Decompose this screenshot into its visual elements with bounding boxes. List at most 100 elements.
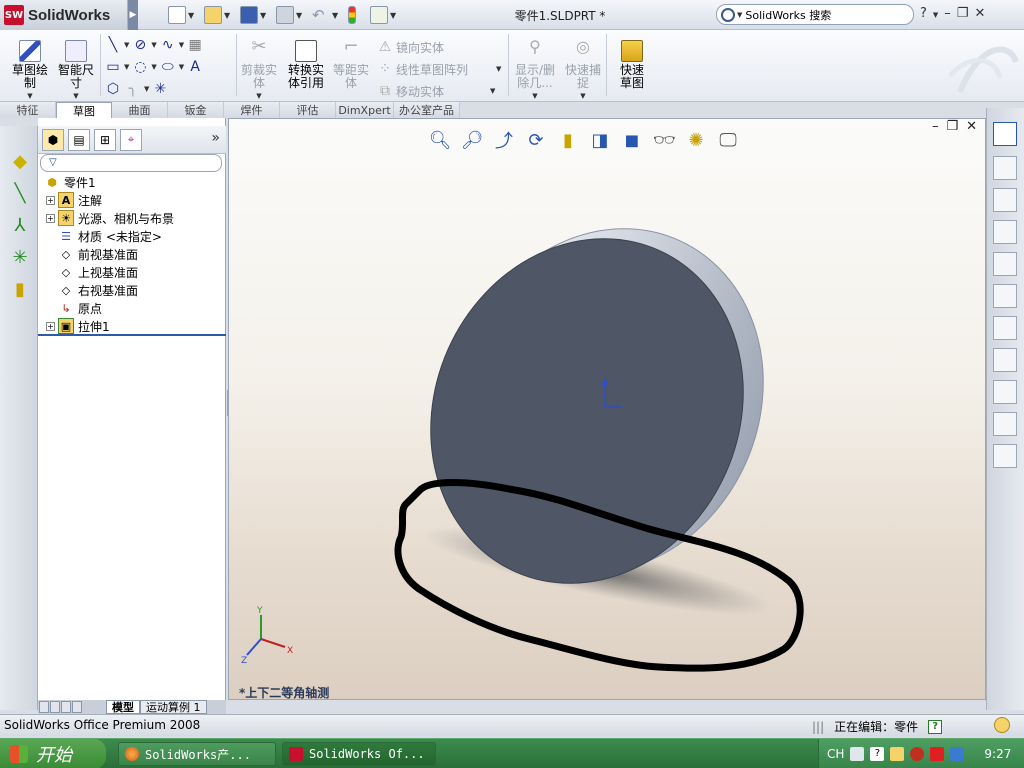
grid-icon[interactable]: ▦ bbox=[186, 36, 204, 54]
first-tab-button[interactable] bbox=[39, 701, 49, 713]
tree-item-annotations[interactable]: + A 注解 bbox=[46, 191, 102, 209]
network-icon[interactable] bbox=[890, 747, 905, 761]
minimize-button[interactable]: – bbox=[944, 6, 951, 21]
tab-evaluate[interactable]: 评估 bbox=[280, 102, 336, 118]
text-icon[interactable]: A bbox=[186, 58, 204, 76]
tree-filter-input[interactable]: ▽ bbox=[40, 154, 222, 172]
property-manager-tab[interactable]: ▤ bbox=[68, 128, 90, 151]
search-input[interactable]: SolidWorks 搜索 bbox=[745, 7, 831, 23]
tree-item-top-plane[interactable]: ◇ 上视基准面 bbox=[58, 263, 138, 281]
smart-dimension-button[interactable]: 智能尺寸 ▼ bbox=[56, 40, 96, 103]
plane-tool-icon[interactable]: ◆ bbox=[9, 150, 31, 172]
expand-icon[interactable]: + bbox=[46, 195, 55, 205]
help-tray-icon[interactable]: ? bbox=[870, 747, 885, 761]
keyboard-icon[interactable] bbox=[850, 747, 865, 761]
display-delete-relations-button[interactable]: ⚲ 显示/删除几... ▼ bbox=[512, 39, 558, 103]
scan-equal-icon[interactable] bbox=[993, 444, 1017, 468]
help-icon[interactable]: ? bbox=[928, 719, 943, 734]
fillet-icon[interactable]: ╮ bbox=[124, 80, 142, 98]
polygon-icon[interactable]: ⬡ bbox=[104, 80, 122, 98]
print-button[interactable]: ▼ bbox=[276, 5, 302, 25]
solidworks-menu-logo[interactable]: SW SolidWorks bbox=[0, 0, 128, 30]
undo-button[interactable]: ↶ ▼ bbox=[312, 5, 338, 25]
messenger-icon[interactable] bbox=[950, 747, 965, 761]
tab-weldments[interactable]: 焊件 bbox=[224, 102, 280, 118]
menu-expand-arrow[interactable]: ▶ bbox=[128, 0, 138, 30]
open-button[interactable]: ▼ bbox=[204, 5, 230, 25]
horizontal-dimension-icon[interactable] bbox=[993, 156, 1017, 180]
tab-surfaces[interactable]: 曲面 bbox=[112, 102, 168, 118]
display-relations-icon[interactable] bbox=[993, 412, 1017, 436]
rollback-bar[interactable] bbox=[38, 334, 226, 336]
mate-reference-icon[interactable]: ▮ bbox=[9, 278, 31, 300]
tab-motion-study[interactable]: 运动算例 1 bbox=[140, 700, 207, 714]
chamfer-dimension-icon[interactable] bbox=[993, 316, 1017, 340]
rectangle-icon[interactable]: ▭ bbox=[104, 58, 122, 76]
graphics-area[interactable]: 🔍︎ 🔎︎ ⤴ ⟳ ▮ ◨ ◼ 👓︎ ✺ 🖵︎ – ❐ ✕ Y X Z *上下二… bbox=[228, 118, 986, 700]
mirror-entities-button[interactable]: ⚠ 镜向实体 bbox=[376, 36, 506, 58]
move-entities-button[interactable]: ⧉ 移动实体 ▼ bbox=[376, 80, 506, 102]
k-app-icon[interactable] bbox=[930, 747, 945, 761]
trim-entities-button[interactable]: ✂ 剪裁实体 ▼ bbox=[238, 38, 280, 103]
tree-item-right-plane[interactable]: ◇ 右视基准面 bbox=[58, 281, 138, 299]
tree-root-part[interactable]: ⬢ 零件1 bbox=[44, 173, 95, 191]
offset-entities-button[interactable]: ⌐ 等距实体 bbox=[330, 38, 372, 90]
tab-dimxpert[interactable]: DimXpert bbox=[336, 102, 394, 118]
tab-sketch[interactable]: 草图 bbox=[56, 102, 112, 118]
expand-icon[interactable]: + bbox=[46, 321, 55, 331]
next-tab-button[interactable] bbox=[61, 701, 71, 713]
add-relation-icon[interactable] bbox=[993, 348, 1017, 372]
sketch-button[interactable]: 草图绘制 ▼ bbox=[8, 40, 52, 103]
ordinate-dimension-icon[interactable] bbox=[993, 252, 1017, 276]
antivirus-icon[interactable] bbox=[910, 747, 925, 761]
ellipse-icon[interactable]: ⬭ bbox=[159, 58, 177, 76]
smart-dimension-palette-icon[interactable] bbox=[993, 122, 1017, 146]
vertical-dimension-icon[interactable] bbox=[993, 188, 1017, 212]
tree-item-lights-cameras[interactable]: + ☀ 光源、相机与布景 bbox=[46, 209, 174, 227]
tab-model[interactable]: 模型 bbox=[106, 700, 140, 714]
restore-button[interactable]: ❐ bbox=[957, 6, 969, 21]
quick-snaps-button[interactable]: ◎ 快速捕捉 ▼ bbox=[562, 39, 604, 103]
line-icon[interactable]: ╲ bbox=[104, 36, 122, 54]
tab-features[interactable]: 特征 bbox=[0, 102, 56, 118]
chevron-right-icon[interactable]: » bbox=[211, 130, 220, 146]
circle-icon[interactable]: ⊘ bbox=[131, 36, 149, 54]
expand-icon[interactable]: + bbox=[46, 213, 55, 223]
dimxpert-manager-tab[interactable]: ⌖ bbox=[120, 128, 142, 151]
convert-entities-button[interactable]: 转换实体引用 bbox=[284, 40, 328, 90]
tree-item-extrude1[interactable]: + ▣ 拉伸1 bbox=[46, 317, 110, 335]
arc-icon[interactable]: ◌ bbox=[131, 58, 149, 76]
prev-tab-button[interactable] bbox=[50, 701, 60, 713]
taskbar-item-firefox[interactable]: SolidWorks产... bbox=[118, 742, 276, 766]
help-dropdown-icon[interactable]: ▼ bbox=[933, 11, 938, 21]
disc-face[interactable] bbox=[377, 188, 798, 633]
rebuild-button[interactable] bbox=[348, 5, 356, 25]
input-language[interactable]: CH bbox=[827, 747, 844, 761]
feature-manager-tab[interactable]: ⬢ bbox=[42, 128, 64, 151]
vertical-ordinate-icon[interactable] bbox=[993, 284, 1017, 308]
close-button[interactable]: ✕ bbox=[974, 6, 985, 21]
configuration-manager-tab[interactable]: ⊞ bbox=[94, 128, 116, 151]
tree-item-origin[interactable]: ↳ 原点 bbox=[58, 299, 102, 317]
new-button[interactable]: ▼ bbox=[168, 5, 194, 25]
point-tool-icon[interactable]: ✳ bbox=[9, 246, 31, 268]
spline-icon[interactable]: ∿ bbox=[159, 36, 177, 54]
search-box[interactable]: ▼ SolidWorks 搜索 bbox=[716, 4, 914, 25]
start-button[interactable]: 开始 bbox=[0, 739, 106, 768]
fully-define-sketch-icon[interactable] bbox=[993, 380, 1017, 404]
help-button[interactable]: ? bbox=[920, 6, 927, 21]
rapid-sketch-button[interactable]: 快速草图 bbox=[610, 40, 654, 90]
tree-item-material[interactable]: ☰ 材质 <未指定> bbox=[58, 227, 162, 245]
tooltip-toggle-icon[interactable] bbox=[994, 717, 1010, 733]
axis-tool-icon[interactable]: ╲ bbox=[9, 182, 31, 204]
coordinate-system-icon[interactable]: ⅄ bbox=[9, 214, 31, 236]
last-tab-button[interactable] bbox=[72, 701, 82, 713]
tab-sheet-metal[interactable]: 钣金 bbox=[168, 102, 224, 118]
point-icon[interactable]: ✳ bbox=[151, 80, 169, 98]
taskbar-item-solidworks[interactable]: SolidWorks Of... bbox=[282, 742, 436, 766]
baseline-dimension-icon[interactable] bbox=[993, 220, 1017, 244]
options-button[interactable]: ▼ bbox=[370, 5, 396, 25]
tree-item-front-plane[interactable]: ◇ 前视基准面 bbox=[58, 245, 138, 263]
tab-office-products[interactable]: 办公室产品 bbox=[394, 102, 460, 118]
save-button[interactable]: ▼ bbox=[240, 5, 266, 25]
